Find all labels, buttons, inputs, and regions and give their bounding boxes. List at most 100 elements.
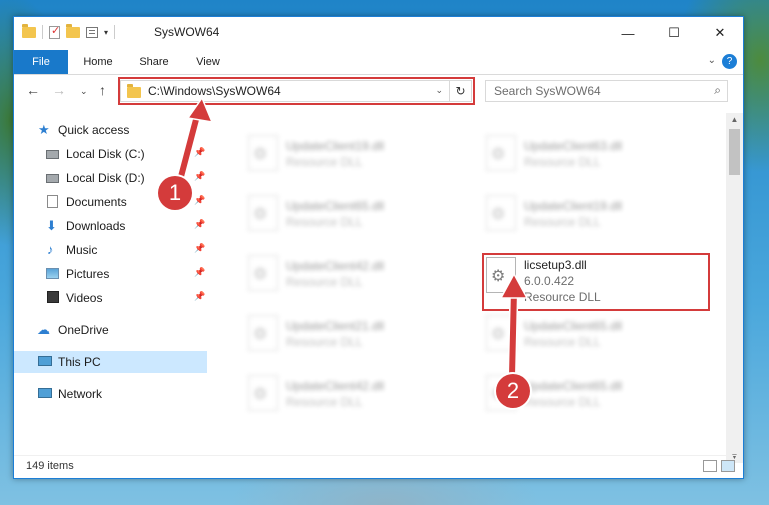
list-item[interactable]: UpdateClient63.dll Resource DLL	[476, 131, 696, 177]
tab-file[interactable]: File	[14, 50, 68, 74]
film-icon	[47, 291, 61, 305]
toolbar-separator	[114, 25, 116, 39]
file-type: Resource DLL	[286, 395, 363, 409]
file-name: UpdateClient42.dll	[286, 259, 385, 273]
dll-file-icon	[248, 135, 278, 171]
sidebar-item-label: Pictures	[66, 267, 110, 281]
properties-check-icon[interactable]	[49, 24, 60, 39]
sidebar-item-label: Downloads	[66, 219, 126, 233]
sidebar-item-label: OneDrive	[58, 323, 109, 337]
sidebar-item-music[interactable]: ♪ Music 📌	[14, 239, 207, 261]
pin-icon[interactable]: 📌	[194, 219, 205, 230]
sidebar-item-label: Local Disk (D:)	[66, 171, 145, 185]
details-view-icon[interactable]	[703, 460, 717, 472]
download-arrow-icon: ⬇	[46, 218, 57, 233]
file-type: Resource DLL	[286, 215, 363, 229]
sidebar-item-label: This PC	[58, 355, 101, 369]
vertical-scrollbar[interactable]: ▲ ▼	[726, 113, 743, 463]
file-type: Resource DLL	[286, 275, 363, 289]
dll-file-icon	[248, 375, 278, 411]
sidebar-item-label: Quick access	[58, 123, 130, 137]
list-item[interactable]: UpdateClient65.dll Resource DLL	[238, 191, 458, 237]
back-arrow-icon[interactable]: ←	[26, 82, 40, 98]
file-type: Resource DLL	[286, 155, 363, 169]
step-1-badge: 1	[158, 176, 192, 210]
up-arrow-icon[interactable]: ↑	[99, 82, 106, 98]
ribbon-expand-icon[interactable]: ⌄	[708, 55, 716, 66]
sidebar-item-downloads[interactable]: ⬇ Downloads 📌	[14, 215, 207, 237]
file-name: UpdateClient65.dll	[286, 199, 385, 213]
drive-icon	[46, 171, 60, 185]
dll-file-icon	[486, 195, 516, 231]
file-list: UpdateClient19.dll Resource DLL UpdateCl…	[220, 113, 720, 463]
pin-icon[interactable]: 📌	[194, 243, 205, 254]
dll-file-icon	[248, 315, 278, 351]
sidebar-item-label: Videos	[66, 291, 103, 305]
toolbar-separator	[42, 25, 43, 39]
dll-file-icon	[248, 255, 278, 291]
folder-icon	[22, 23, 36, 38]
sidebar-item-pictures[interactable]: Pictures 📌	[14, 263, 207, 285]
network-icon	[38, 387, 52, 401]
file-name: UpdateClient65.dll	[524, 379, 623, 393]
pin-icon[interactable]: 📌	[194, 267, 205, 278]
file-name: UpdateClient19.dll	[286, 139, 385, 153]
file-name: UpdateClient65.dll	[524, 319, 623, 333]
sidebar-item-onedrive[interactable]: ☁ OneDrive	[14, 319, 207, 341]
chevron-down-icon[interactable]: ▾	[104, 28, 108, 37]
pictures-icon	[46, 267, 60, 281]
tab-home[interactable]: Home	[74, 50, 122, 74]
minimize-button[interactable]: —	[605, 17, 651, 49]
pin-icon[interactable]: 📌	[194, 291, 205, 302]
sidebar-item-this-pc[interactable]: This PC	[14, 351, 207, 373]
close-button[interactable]: ✕	[697, 17, 743, 49]
file-explorer-window: ▾ SysWOW64 — ☐ ✕ File Home Share View ⌄ …	[13, 16, 744, 479]
list-item[interactable]: UpdateClient42.dll Resource DLL	[238, 371, 458, 417]
sidebar-item-videos[interactable]: Videos 📌	[14, 287, 207, 309]
sidebar-item-label: Documents	[66, 195, 127, 209]
document-icon	[47, 195, 61, 209]
search-box[interactable]: Search SysWOW64 ⌕	[485, 80, 728, 102]
sidebar-item-label: Local Disk (C:)	[66, 147, 145, 161]
dll-file-icon	[248, 195, 278, 231]
quick-access-toolbar: ▾	[22, 23, 116, 39]
file-type: Resource DLL	[524, 395, 601, 409]
sidebar-item-label: Music	[66, 243, 98, 257]
drive-icon	[46, 147, 60, 161]
status-bar: 149 items	[14, 455, 743, 478]
step-2-badge: 2	[496, 374, 530, 408]
title-bar: ▾ SysWOW64 — ☐ ✕	[14, 17, 743, 49]
item-count: 149 items	[26, 460, 74, 472]
large-icons-view-icon[interactable]	[721, 460, 735, 472]
list-item[interactable]: UpdateClient19.dll Resource DLL	[476, 191, 696, 237]
file-type: Resource DLL	[524, 215, 601, 229]
forward-arrow-icon[interactable]: →	[52, 82, 66, 98]
file-name: UpdateClient63.dll	[524, 139, 623, 153]
list-item[interactable]: UpdateClient19.dll Resource DLL	[238, 131, 458, 177]
maximize-button[interactable]: ☐	[651, 17, 697, 49]
computer-icon	[38, 355, 52, 369]
scrollbar-thumb[interactable]	[729, 129, 740, 175]
navigation-bar: ← → ⌄ ↑ C:\Windows\SysWOW64 ⌄ ↻ Search S…	[14, 75, 743, 109]
file-name: UpdateClient21.dll	[286, 319, 385, 333]
scroll-up-icon[interactable]: ▲	[726, 115, 743, 124]
list-item[interactable]: UpdateClient21.dll Resource DLL	[238, 311, 458, 357]
search-placeholder: Search SysWOW64	[494, 84, 601, 98]
sidebar-item-network[interactable]: Network	[14, 383, 207, 405]
file-type: Resource DLL	[286, 335, 363, 349]
file-type: Resource DLL	[524, 155, 601, 169]
help-icon[interactable]: ?	[722, 54, 737, 69]
file-name: UpdateClient19.dll	[524, 199, 623, 213]
properties-icon[interactable]	[86, 26, 98, 38]
recent-locations-chevron-icon[interactable]: ⌄	[80, 86, 88, 97]
tab-view[interactable]: View	[186, 50, 230, 74]
tab-share[interactable]: Share	[130, 50, 178, 74]
list-item[interactable]: UpdateClient42.dll Resource DLL	[238, 251, 458, 297]
new-folder-icon[interactable]	[66, 23, 80, 38]
dll-file-icon	[486, 135, 516, 171]
cloud-icon: ☁	[37, 322, 50, 337]
star-icon: ★	[38, 122, 50, 137]
sidebar-item-label: Network	[58, 387, 103, 401]
file-name: UpdateClient42.dll	[286, 379, 385, 393]
search-icon[interactable]: ⌕	[714, 83, 721, 98]
